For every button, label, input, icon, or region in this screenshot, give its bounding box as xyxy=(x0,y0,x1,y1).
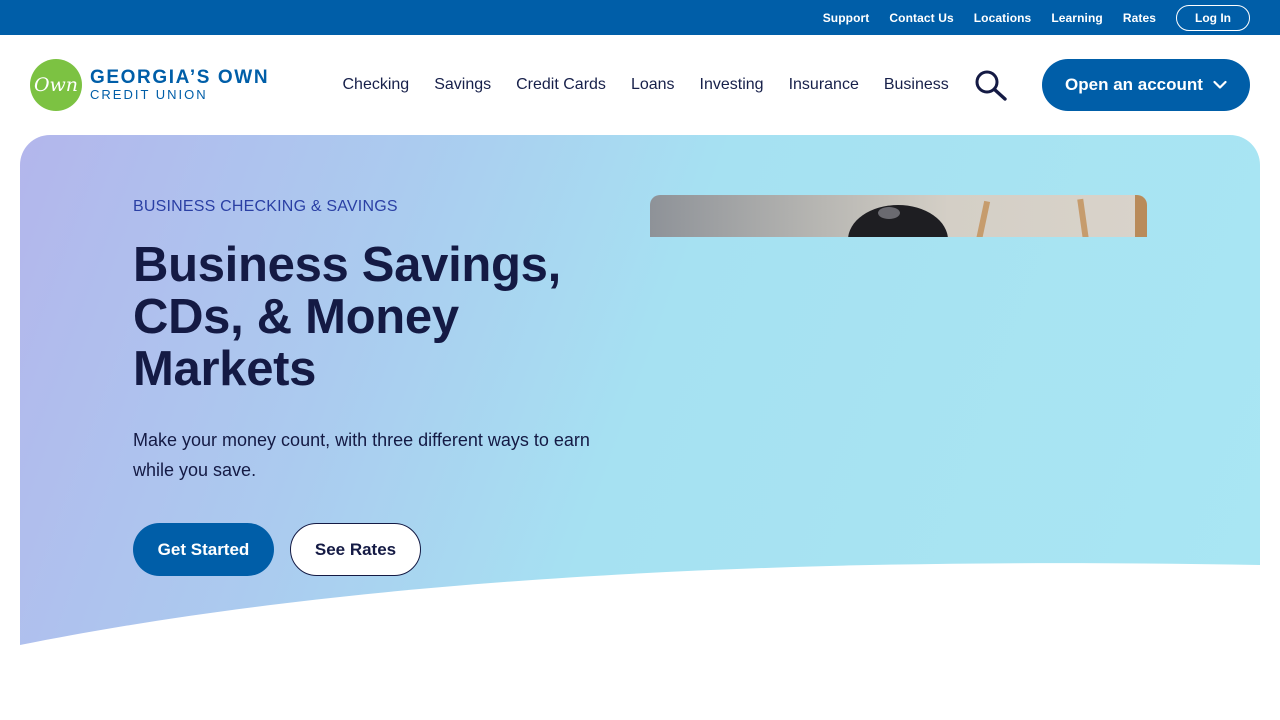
logo[interactable]: Own GEORGIA’S OWN CREDIT UNION xyxy=(30,59,269,111)
search-icon xyxy=(975,70,1007,101)
hero-image-shelf xyxy=(1077,198,1089,237)
hero-section: BUSINESS CHECKING & SAVINGS Business Sav… xyxy=(20,135,1260,645)
hero-image-shelf xyxy=(1135,195,1147,237)
hero-eyebrow: BUSINESS CHECKING & SAVINGS xyxy=(133,198,398,215)
main-nav: Checking Savings Credit Cards Loans Inve… xyxy=(330,35,961,135)
login-button[interactable]: Log In xyxy=(1176,4,1250,31)
logo-subtitle: CREDIT UNION xyxy=(90,87,208,102)
nav-item-insurance[interactable]: Insurance xyxy=(776,76,871,94)
utility-link-locations[interactable]: Locations xyxy=(974,11,1032,25)
utility-link-learning[interactable]: Learning xyxy=(1051,11,1102,25)
utility-link-contact-us[interactable]: Contact Us xyxy=(889,11,953,25)
hero-subtitle: Make your money count, with three differ… xyxy=(133,430,590,480)
open-account-label: Open an account xyxy=(1065,75,1203,94)
utility-link-support[interactable]: Support xyxy=(823,11,870,25)
hero-image-hair-clip xyxy=(878,207,900,219)
search-button[interactable] xyxy=(974,70,1008,102)
nav-item-loans[interactable]: Loans xyxy=(618,76,687,94)
logo-mark: Own xyxy=(30,59,82,111)
nav-item-credit-cards[interactable]: Credit Cards xyxy=(504,76,619,94)
hero-wave-divider xyxy=(20,563,1260,645)
site-header: Own GEORGIA’S OWN CREDIT UNION Checking … xyxy=(0,35,1280,135)
hero-image-shelf xyxy=(975,200,991,237)
utility-nav: Support Contact Us Locations Learning Ra… xyxy=(803,0,1250,35)
utility-bar: Support Contact Us Locations Learning Ra… xyxy=(0,0,1280,35)
nav-item-investing[interactable]: Investing xyxy=(687,76,776,94)
nav-item-checking[interactable]: Checking xyxy=(330,76,422,94)
page-title: Business Savings, CDs, & Money Markets xyxy=(133,238,561,396)
hero-image xyxy=(650,195,1147,237)
logo-name: GEORGIA’S OWN xyxy=(90,67,270,88)
nav-item-savings[interactable]: Savings xyxy=(422,76,504,94)
chevron-down-icon xyxy=(1213,80,1227,89)
logo-text: GEORGIA’S OWN CREDIT UNION xyxy=(90,68,269,102)
open-account-button[interactable]: Open an account xyxy=(1042,59,1250,111)
nav-item-business[interactable]: Business xyxy=(871,76,961,94)
utility-link-rates[interactable]: Rates xyxy=(1123,11,1156,25)
